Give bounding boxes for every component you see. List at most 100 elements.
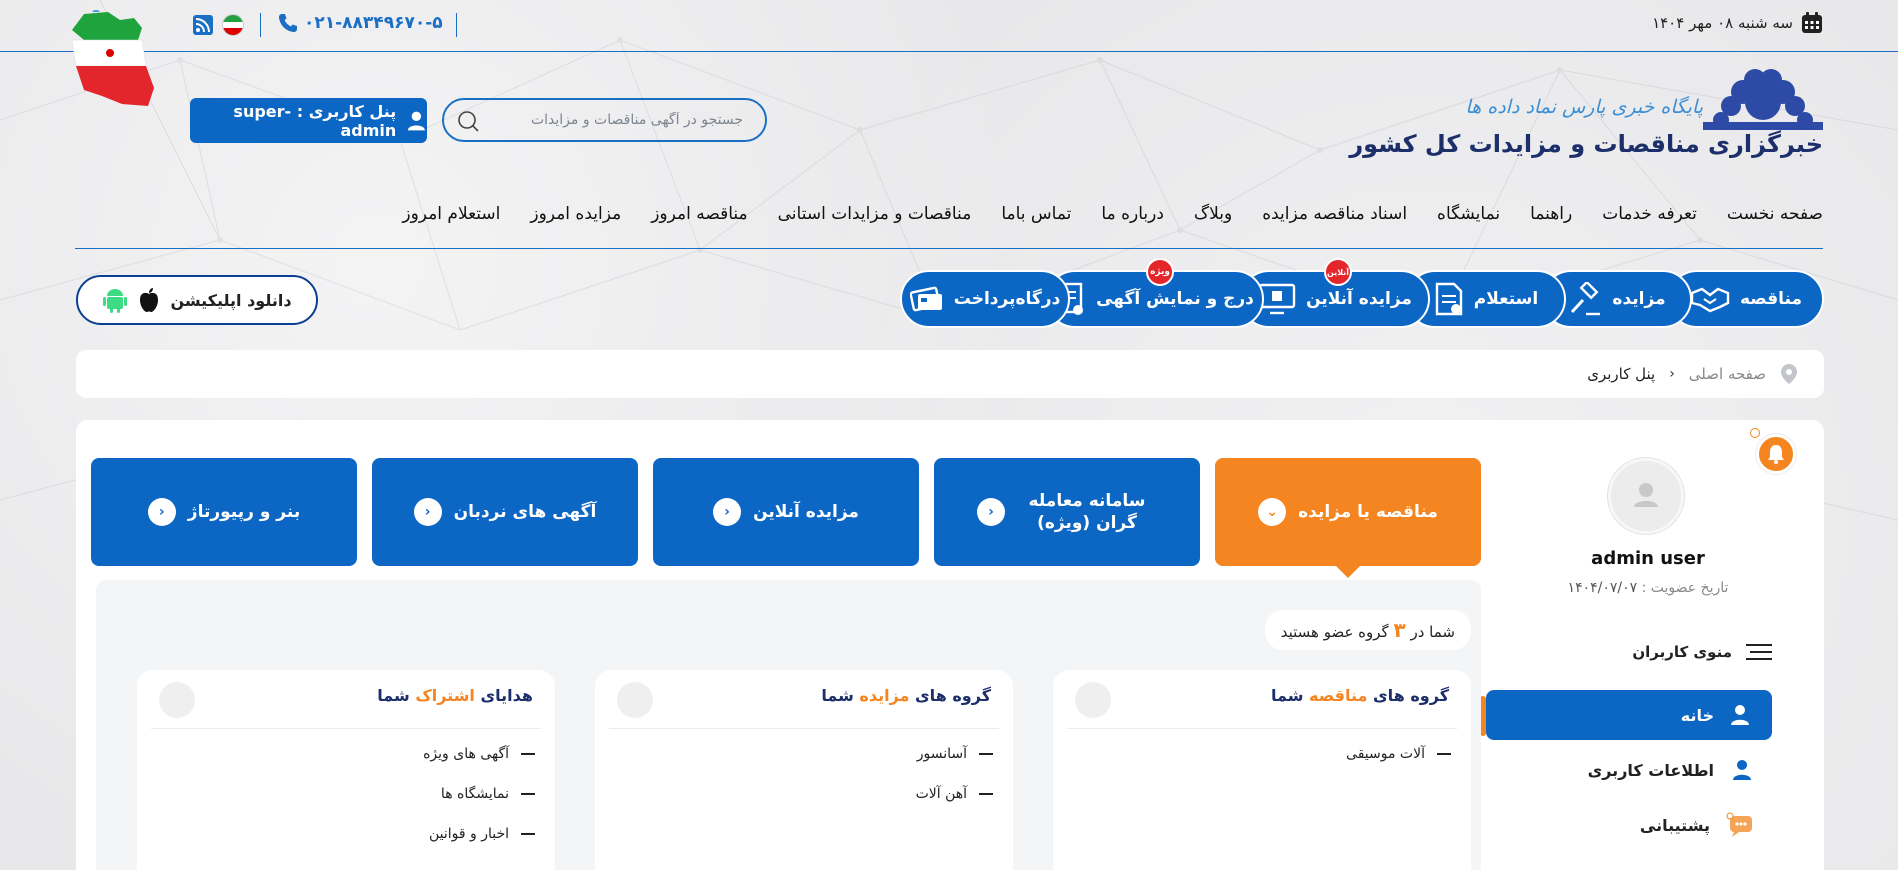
phone-number: ۰۲۱-۸۸۳۴۹۶۷۰-۵ (304, 13, 443, 33)
service-label: درگاه‌پرداخت (953, 289, 1061, 309)
list-item[interactable]: اخبار و قوانین (429, 826, 535, 842)
tender-groups-card: گروه های مناقصه شما آلات موسیقی (1053, 670, 1471, 870)
notification-bell-icon[interactable] (1756, 434, 1796, 474)
list-item[interactable]: آهن آلات (916, 786, 993, 802)
tab-label: آگهی های نردبان (453, 502, 597, 522)
tab-online-auction[interactable]: مزایده آنلاین ‹ (653, 458, 919, 566)
tab-tender-auction[interactable]: مناقصه یا مزایده ⌄ (1215, 458, 1481, 578)
dashboard-tabs: مناقصه یا مزایده ⌄ سامانه معامله گران (و… (91, 458, 1481, 578)
subscription-gifts-card: هدایای اشتراک شما آگهی های ویژه نمایشگاه… (137, 670, 555, 870)
phone-link[interactable]: ۰۲۱-۸۸۳۴۹۶۷۰-۵ (278, 13, 443, 33)
online-badge: آنلاین (1324, 258, 1352, 286)
member-since: تاریخ عضویت : ۱۴۰۴/۰۷/۰۷ (1498, 580, 1798, 596)
list-item[interactable]: آگهی های ویژه (423, 746, 535, 762)
sidebar-item-user-info[interactable]: اطلاعات کاربری (1588, 758, 1754, 782)
avatar[interactable] (1608, 458, 1684, 534)
tab-label: سامانه معامله گران (ویژه) (1028, 490, 1146, 533)
auction-groups-card: گروه های مزایده شما آسانسور آهن آلات (595, 670, 1013, 870)
list-item[interactable]: آسانسور (917, 746, 993, 762)
sidebar-menu-title[interactable]: منوی کاربران (1632, 643, 1772, 661)
site-logo[interactable]: پایگاه خبری پارس نماد داده ها خبرگزاری م… (1349, 62, 1823, 172)
logo-tagline: پایگاه خبری پارس نماد داده ها (1465, 96, 1703, 118)
tab-label: مزایده آنلاین (753, 502, 859, 522)
nav-item-exhibition[interactable]: نمایشگاه (1437, 204, 1500, 224)
tab-label: بنر و رپیورتاژ (187, 502, 301, 522)
nav-item-home[interactable]: صفحه نخست (1727, 204, 1823, 224)
breadcrumb-home[interactable]: صفحه اصلی (1689, 365, 1766, 383)
special-badge: ویژه (1146, 258, 1174, 286)
tab-traders-system[interactable]: سامانه معامله گران (ویژه) ‹ (934, 458, 1200, 566)
group-title-pre: گروه های (915, 686, 991, 705)
android-icon (103, 289, 128, 313)
group-title-highlight: اشتراک (415, 686, 475, 705)
member-count-prefix: شما در (1410, 623, 1455, 641)
card-icon (909, 286, 942, 312)
sidebar-item-support[interactable]: پشتیبانی (1640, 812, 1754, 838)
group-divider (151, 728, 541, 729)
service-payment[interactable]: درگاه‌پرداخت (900, 270, 1070, 328)
iran-flag-icon[interactable] (222, 14, 244, 36)
nav-item-guide[interactable]: راهنما (1530, 204, 1572, 224)
handshake-icon (1690, 287, 1730, 313)
user-icon (408, 111, 426, 130)
nav-item-blog[interactable]: وبلاگ (1194, 204, 1232, 224)
service-label: استعلام (1473, 289, 1539, 309)
tab-banner-reportage[interactable]: بنر و رپیورتاژ ‹ (91, 458, 357, 566)
nav-item-documents[interactable]: اسناد مناقصه مزایده (1262, 204, 1407, 224)
avatar (159, 682, 195, 718)
sidebar-item-label: پشتیبانی (1639, 815, 1710, 835)
service-bar: مناقصه مزایده استعلام آنلاین مزایده آنلا… (864, 258, 1824, 328)
nav-item-provincial[interactable]: مناقصات و مزایدات استانی (778, 204, 972, 224)
service-post-ad[interactable]: ویژه درج و نمایش آگهی (1046, 258, 1264, 328)
search-icon[interactable] (456, 109, 480, 133)
group-title: هدایای اشتراک شما (377, 686, 533, 705)
hamburger-icon (1746, 644, 1772, 660)
location-icon (1781, 364, 1797, 384)
breadcrumb: صفحه اصلی ‹ پنل کاربری (76, 350, 1824, 398)
nav-item-auction-today[interactable]: مزایده امروز (530, 204, 621, 224)
chevron-left-icon: ‹ (147, 498, 176, 526)
service-label: درج و نمایش آگهی (1096, 289, 1254, 309)
service-online-auction[interactable]: آنلاین مزایده آنلاین (1240, 258, 1430, 328)
nav-item-contact[interactable]: تماس باما (1001, 204, 1071, 224)
sidebar-item-label: اطلاعات کاربری (1587, 760, 1714, 780)
gavel-icon (1571, 282, 1601, 316)
group-title-pre: گروه های (1373, 686, 1449, 705)
search-input[interactable] (444, 100, 765, 140)
download-app-button[interactable]: دانلود اپلیکیشن (76, 275, 318, 325)
sidebar-item-home[interactable]: خانه (1486, 690, 1772, 740)
avatar (1075, 682, 1111, 718)
nav-item-pricing[interactable]: تعرفه خدمات (1602, 204, 1697, 224)
user-panel-button[interactable]: پنل کاربری : super-admin (190, 98, 427, 143)
chevron-left-icon: ‹ (977, 498, 1005, 526)
member-count-suffix: گروه عضو هستید (1280, 623, 1389, 641)
tab-ladder-ads[interactable]: آگهی های نردبان ‹ (372, 458, 638, 566)
list-item[interactable]: نمایشگاه ها (441, 786, 535, 802)
groups-panel: شما در ۳ گروه عضو هستید گروه های مناقصه … (96, 580, 1481, 870)
chevron-left-icon: ‹ (713, 498, 742, 526)
service-inquiry[interactable]: استعلام (1406, 270, 1566, 328)
chevron-down-icon: ⌄ (1258, 498, 1287, 526)
search-box (442, 98, 767, 142)
breadcrumb-current: پنل کاربری (1587, 365, 1656, 383)
nav-item-tender-today[interactable]: مناقصه امروز (651, 204, 747, 224)
group-title-pre: هدایای (480, 686, 534, 705)
main-nav: صفحه نخست تعرفه خدمات راهنما نمایشگاه اس… (402, 204, 1823, 224)
nav-divider (75, 248, 1823, 249)
iran-map-logo[interactable] (62, 10, 162, 120)
nav-item-about[interactable]: درباره ما (1101, 204, 1164, 224)
group-divider (1067, 728, 1457, 729)
topbar-separator (260, 13, 261, 37)
logo-flower-icon (1703, 69, 1823, 130)
notification-dot (1750, 428, 1760, 438)
group-title: گروه های مناقصه شما (1271, 686, 1449, 705)
topbar-separator (456, 13, 457, 37)
group-divider (609, 728, 999, 729)
service-label: مناقصه (1739, 289, 1803, 309)
sidebar-item-label: خانه (1680, 705, 1714, 725)
user-sidebar: admin user تاریخ عضویت : ۱۴۰۴/۰۷/۰۷ منوی… (1480, 420, 1798, 870)
list-item[interactable]: آلات موسیقی (1346, 746, 1451, 762)
nav-item-inquiry-today[interactable]: استعلام امروز (402, 204, 500, 224)
user-panel-label: پنل کاربری : super-admin (233, 101, 397, 140)
rss-icon[interactable] (193, 15, 213, 35)
